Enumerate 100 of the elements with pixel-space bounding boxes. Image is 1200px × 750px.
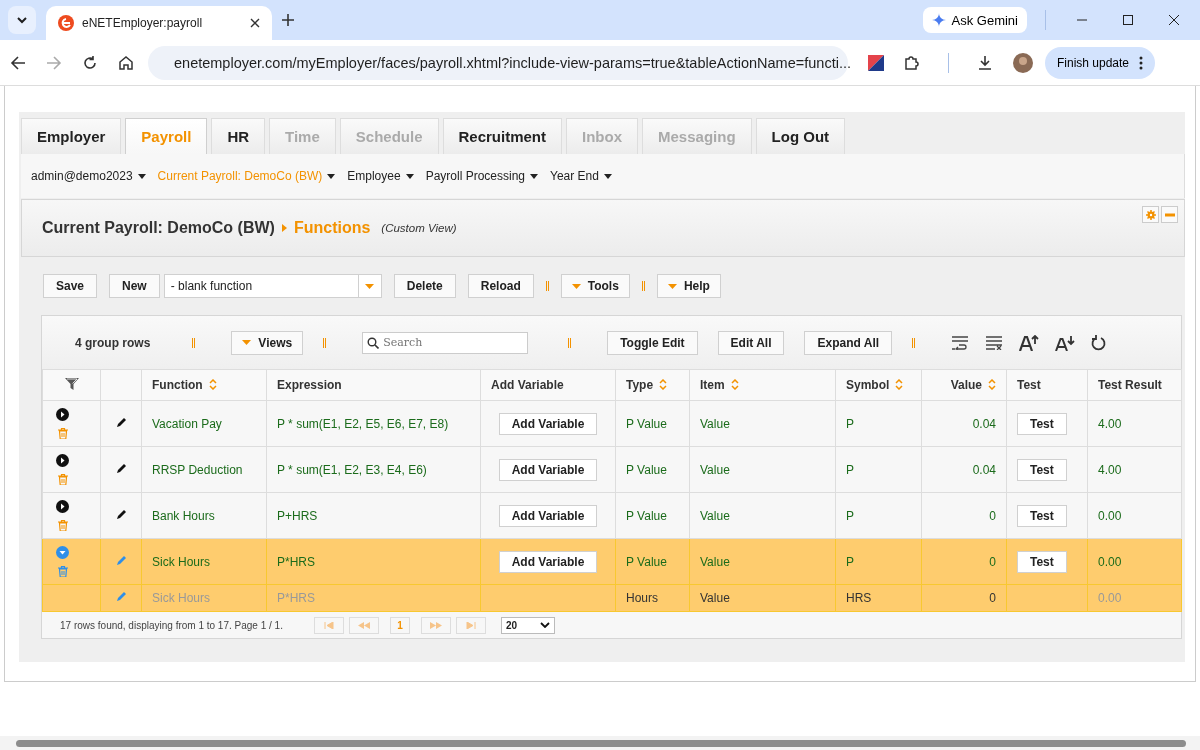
menu-item[interactable]: Year End [550, 169, 612, 183]
test-button[interactable]: Test [1017, 550, 1067, 573]
menu-item[interactable]: admin@demo2023 [31, 169, 146, 183]
expand-icon[interactable] [56, 500, 69, 513]
delete-button[interactable]: Delete [393, 274, 456, 298]
reload-button[interactable]: Reload [467, 274, 534, 298]
chevron-down-icon[interactable] [539, 622, 550, 628]
add-variable-button[interactable]: Add Variable [498, 412, 598, 435]
table-cell: P Value [615, 492, 690, 539]
expand-icon[interactable] [56, 408, 69, 421]
save-button[interactable]: Save [43, 274, 98, 298]
help-menu-button[interactable]: Help [656, 274, 721, 298]
finish-update-button[interactable]: Finish update [1045, 46, 1156, 79]
table-cell: Value [689, 538, 836, 585]
table-cell: Sick Hours [141, 584, 267, 612]
column-header[interactable]: Symbol [835, 369, 922, 401]
extension-icon[interactable] [868, 54, 884, 71]
table-cell: Bank Hours [141, 492, 267, 539]
avatar-icon[interactable] [1013, 52, 1033, 73]
ask-gemini-button[interactable]: Ask Gemini [922, 7, 1027, 33]
test-button[interactable]: Test [1017, 412, 1067, 435]
add-variable-button[interactable]: Add Variable [498, 504, 598, 527]
column-header: Test Result [1087, 369, 1182, 401]
new-tab-icon[interactable] [282, 14, 294, 26]
column-header[interactable]: Type [615, 369, 690, 401]
reload-icon[interactable] [82, 54, 98, 71]
expand-icon[interactable] [56, 454, 69, 467]
sort-icon[interactable] [730, 379, 739, 390]
table-cell: P [835, 538, 922, 585]
clear-lines-icon[interactable] [985, 335, 1004, 350]
add-variable-button[interactable]: Add Variable [498, 458, 598, 481]
column-header[interactable]: Item [689, 369, 836, 401]
table-cell: 0 [921, 492, 1007, 539]
nav-tab[interactable]: Employer [21, 118, 122, 154]
collapse-icon[interactable] [56, 546, 69, 559]
trash-icon[interactable] [57, 428, 68, 439]
column-header[interactable]: Value [921, 369, 1007, 401]
test-button[interactable]: Test [1017, 504, 1067, 527]
pencil-icon[interactable] [115, 462, 127, 474]
caret-icon[interactable] [327, 173, 336, 179]
table-cell: Vacation Pay [141, 400, 267, 447]
address-bar[interactable]: enetemployer.com/myEmployer/faces/payroll.xhtml?include-view-params=true&tableActionName=functi... [148, 45, 848, 80]
home-icon[interactable] [118, 54, 134, 71]
add-variable-button[interactable]: Add Variable [498, 550, 598, 573]
test-button[interactable]: Test [1017, 458, 1067, 481]
expand-all-button[interactable]: Expand All [804, 330, 893, 355]
page-size-dropdown[interactable]: 20 [500, 616, 555, 634]
new-button[interactable]: New [109, 274, 160, 298]
sort-icon[interactable] [208, 379, 217, 390]
caret-icon[interactable] [603, 173, 612, 179]
views-menu-button[interactable]: Views [231, 330, 304, 355]
nav-tab[interactable]: Log Out [755, 118, 846, 154]
pencil-icon[interactable] [115, 416, 127, 428]
table-cell: 0.00 [1087, 538, 1182, 585]
more-icon[interactable] [1139, 55, 1144, 70]
nav-tab[interactable]: Recruitment [442, 118, 563, 154]
reset-icon[interactable] [1091, 334, 1108, 351]
maximize-icon[interactable] [1122, 14, 1134, 26]
forward-icon[interactable] [46, 54, 62, 71]
table-cell: P [835, 400, 922, 447]
menu-item[interactable]: Employee [347, 169, 414, 183]
wrap-text-icon[interactable] [951, 335, 970, 350]
font-decrease-icon[interactable] [1055, 334, 1076, 351]
breadcrumb-parent[interactable]: Current Payroll: DemoCo (BW) [42, 219, 275, 237]
trash-icon[interactable] [57, 474, 68, 485]
close-icon[interactable] [1168, 14, 1180, 26]
search-icon [367, 336, 380, 349]
close-icon[interactable] [250, 18, 260, 28]
nav-tab[interactable]: HR [211, 118, 266, 154]
tools-menu-button[interactable]: Tools [560, 274, 630, 298]
puzzle-icon[interactable] [904, 54, 920, 71]
trash-icon[interactable] [57, 520, 68, 531]
table-cell: 0.04 [921, 446, 1007, 493]
filter-icon[interactable] [64, 376, 79, 391]
caret-icon[interactable] [530, 173, 539, 179]
font-increase-icon[interactable] [1019, 334, 1040, 351]
chevron-down-icon[interactable] [16, 16, 28, 24]
pencil-icon[interactable] [115, 508, 127, 520]
search-field[interactable]: Search [362, 331, 529, 354]
table-cell: P [835, 492, 922, 539]
sort-icon[interactable] [659, 379, 668, 390]
sort-icon[interactable] [895, 379, 904, 390]
scrollbar-thumb[interactable] [16, 740, 1186, 747]
column-header: Expression [266, 369, 481, 401]
download-icon[interactable] [977, 54, 993, 71]
edit-all-button[interactable]: Edit All [717, 330, 785, 355]
column-header[interactable]: Function [141, 369, 267, 401]
tab-list-button[interactable] [8, 6, 36, 34]
table-cell: P [835, 446, 922, 493]
filter-header-cell[interactable] [42, 369, 101, 401]
toggle-edit-button[interactable]: Toggle Edit [607, 330, 698, 355]
trash-icon[interactable] [57, 566, 68, 577]
menu-item[interactable]: Payroll Processing [425, 169, 539, 183]
function-dropdown[interactable]: - blank function [163, 274, 382, 298]
table-cell: 4.00 [1087, 446, 1182, 493]
back-icon[interactable] [10, 54, 26, 71]
sort-icon[interactable] [988, 379, 996, 390]
caret-icon[interactable] [405, 173, 414, 179]
caret-icon[interactable] [137, 173, 146, 179]
browser-tab[interactable]: eNETEmployer:payroll [46, 6, 272, 40]
